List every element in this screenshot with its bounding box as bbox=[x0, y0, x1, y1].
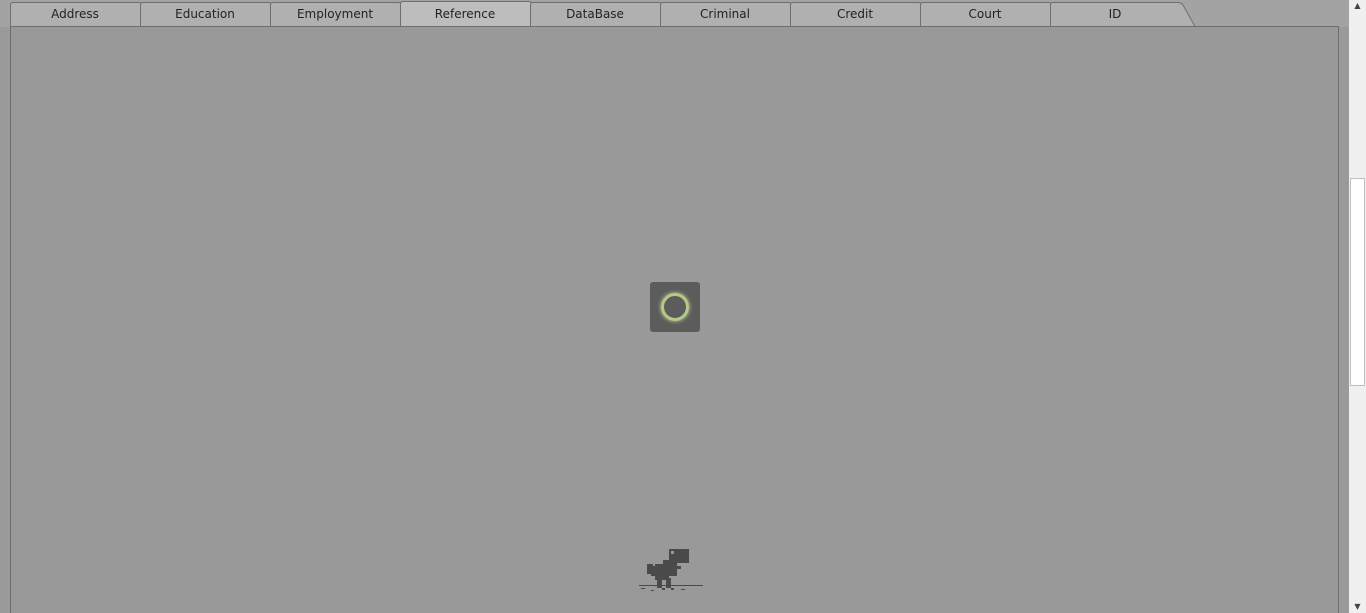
tab-label: Court bbox=[968, 7, 1002, 21]
tab-label: DataBase bbox=[566, 7, 624, 21]
tab-employment[interactable]: Employment bbox=[270, 1, 416, 27]
loading-spinner-icon bbox=[650, 282, 700, 332]
scrollbar-thumb[interactable] bbox=[1350, 178, 1365, 386]
offline-dino-icon bbox=[639, 549, 703, 591]
tab-label: ID bbox=[1108, 7, 1122, 21]
tab-label: Reference bbox=[434, 7, 496, 21]
tab-bar: Address Education Employment Reference D… bbox=[0, 0, 1349, 28]
tab-reference[interactable]: Reference bbox=[400, 1, 546, 28]
tab-label: Address bbox=[51, 7, 99, 21]
tab-label: Education bbox=[175, 7, 235, 21]
tab-address[interactable]: Address bbox=[10, 1, 156, 27]
scroll-up-icon[interactable]: ▲ bbox=[1349, 0, 1366, 12]
tab-court[interactable]: Court bbox=[920, 1, 1066, 27]
tab-id[interactable]: ID bbox=[1050, 1, 1196, 27]
tab-label: Employment bbox=[296, 7, 374, 21]
tab-label: Credit bbox=[836, 7, 874, 21]
tab-credit[interactable]: Credit bbox=[790, 1, 936, 27]
tab-label: Criminal bbox=[700, 7, 750, 21]
scroll-down-icon[interactable]: ▼ bbox=[1349, 601, 1366, 613]
tab-database[interactable]: DataBase bbox=[530, 1, 676, 27]
vertical-scrollbar[interactable]: ▲ ▼ bbox=[1349, 0, 1366, 613]
spinner-ring bbox=[661, 293, 689, 321]
tab-education[interactable]: Education bbox=[140, 1, 286, 27]
tab-criminal[interactable]: Criminal bbox=[660, 1, 806, 27]
